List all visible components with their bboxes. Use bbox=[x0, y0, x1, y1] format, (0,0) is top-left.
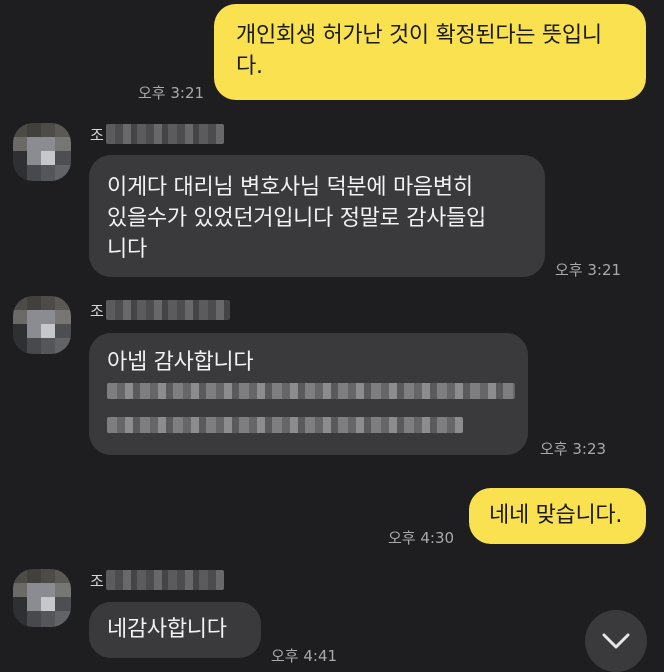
message-text-line: 이게다 대리님 변호사님 덕분에 마음변히 bbox=[107, 175, 473, 200]
their-message-bubble[interactable]: 아넵 감사합니다 bbox=[89, 333, 528, 455]
chevron-down-icon bbox=[602, 633, 630, 649]
avatar[interactable] bbox=[13, 296, 71, 354]
sender-name: 조 bbox=[90, 572, 104, 590]
avatar[interactable] bbox=[13, 569, 71, 627]
avatar[interactable] bbox=[13, 123, 71, 181]
sender-name: 조 bbox=[90, 302, 104, 320]
sender-name: 조 bbox=[90, 126, 104, 144]
redacted-sender-name bbox=[106, 124, 224, 144]
message-text-line: 개인회생 허가난 것이 확정된다는 뜻입니 bbox=[236, 23, 602, 48]
message-timestamp: 오후 3:21 bbox=[138, 84, 205, 102]
message-text-line: 네감사합니다 bbox=[107, 617, 227, 642]
their-message-bubble[interactable]: 이게다 대리님 변호사님 덕분에 마음변히 있을수가 있었던거입니다 정말로 감… bbox=[89, 155, 545, 277]
message-text-line: 있을수가 있었던거입니다 정말로 감사들입 bbox=[107, 206, 487, 231]
redacted-sender-name bbox=[106, 300, 230, 320]
message-timestamp: 오후 4:41 bbox=[271, 647, 338, 665]
message-timestamp: 오후 3:21 bbox=[555, 261, 622, 279]
redacted-sender-name bbox=[106, 570, 224, 590]
my-message-bubble[interactable]: 네네 맞습니다. bbox=[469, 488, 646, 544]
message-text-line: 아넵 감사합니다 bbox=[107, 350, 254, 375]
message-text-line: 네네 맞습니다. bbox=[489, 503, 623, 528]
redacted-message-line bbox=[107, 417, 463, 433]
scroll-to-bottom-button[interactable] bbox=[585, 610, 647, 672]
message-text-line: 니다 bbox=[107, 237, 147, 262]
their-message-bubble[interactable]: 네감사합니다 bbox=[89, 602, 261, 658]
my-message-bubble[interactable]: 개인회생 허가난 것이 확정된다는 뜻입니 다. bbox=[214, 4, 646, 100]
redacted-message-line bbox=[107, 383, 515, 399]
message-text-line: 다. bbox=[236, 54, 263, 79]
message-timestamp: 오후 3:23 bbox=[540, 440, 607, 458]
message-timestamp: 오후 4:30 bbox=[388, 529, 455, 547]
